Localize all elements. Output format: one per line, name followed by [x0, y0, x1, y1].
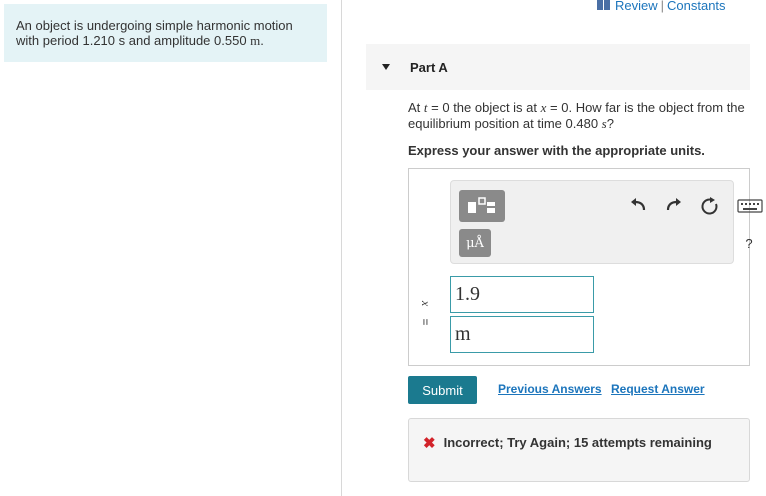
collapse-triangle-icon[interactable]: [382, 64, 390, 70]
question-segment: = 0 the object is at: [427, 100, 541, 115]
unit-input[interactable]: m: [450, 316, 594, 353]
templates-button[interactable]: [459, 190, 505, 222]
review-link[interactable]: Review: [615, 0, 658, 13]
problem-text-end: .: [260, 33, 264, 48]
book-icon: [597, 0, 610, 10]
units-button[interactable]: μÅ: [459, 229, 491, 257]
undo-icon[interactable]: [627, 195, 649, 217]
answer-variable: x: [419, 300, 434, 307]
math-toolbar: μÅ ?: [450, 180, 763, 264]
problem-unit: m: [250, 33, 261, 48]
feedback-box: ✖ Incorrect; Try Again; 15 attempts remai…: [408, 418, 750, 482]
answer-variable-label: x =: [418, 296, 434, 330]
problem-statement: An object is undergoing simple harmonic …: [4, 4, 327, 62]
answer-panel: μÅ ? x = 1.9 m: [408, 168, 763, 366]
equals-sign: =: [418, 318, 433, 326]
question-text: At t = 0 the object is at x = 0. How far…: [408, 100, 748, 132]
reset-icon[interactable]: [699, 195, 721, 217]
part-header[interactable]: Part A: [366, 44, 750, 90]
question-segment: At: [408, 100, 424, 115]
redo-icon[interactable]: [663, 195, 685, 217]
constants-link[interactable]: Constants: [667, 0, 726, 13]
previous-answers-link[interactable]: Previous Answers: [498, 382, 602, 396]
feedback-message: Incorrect; Try Again; 15 attempts remain…: [443, 435, 712, 450]
part-title: Part A: [410, 60, 448, 75]
templates-icon: [468, 197, 495, 213]
help-button[interactable]: ?: [739, 233, 759, 253]
header-links: Review | Constants: [597, 0, 726, 13]
keyboard-icon[interactable]: [737, 198, 763, 214]
value-input[interactable]: 1.9: [450, 276, 594, 313]
instruction-text: Express your answer with the appropriate…: [408, 143, 705, 158]
x-icon: ✖: [423, 435, 436, 452]
question-segment: ?: [606, 116, 614, 131]
submit-button[interactable]: Submit: [408, 376, 477, 404]
column-divider: [341, 0, 342, 496]
request-answer-link[interactable]: Request Answer: [611, 382, 705, 396]
link-separator: |: [660, 0, 665, 13]
